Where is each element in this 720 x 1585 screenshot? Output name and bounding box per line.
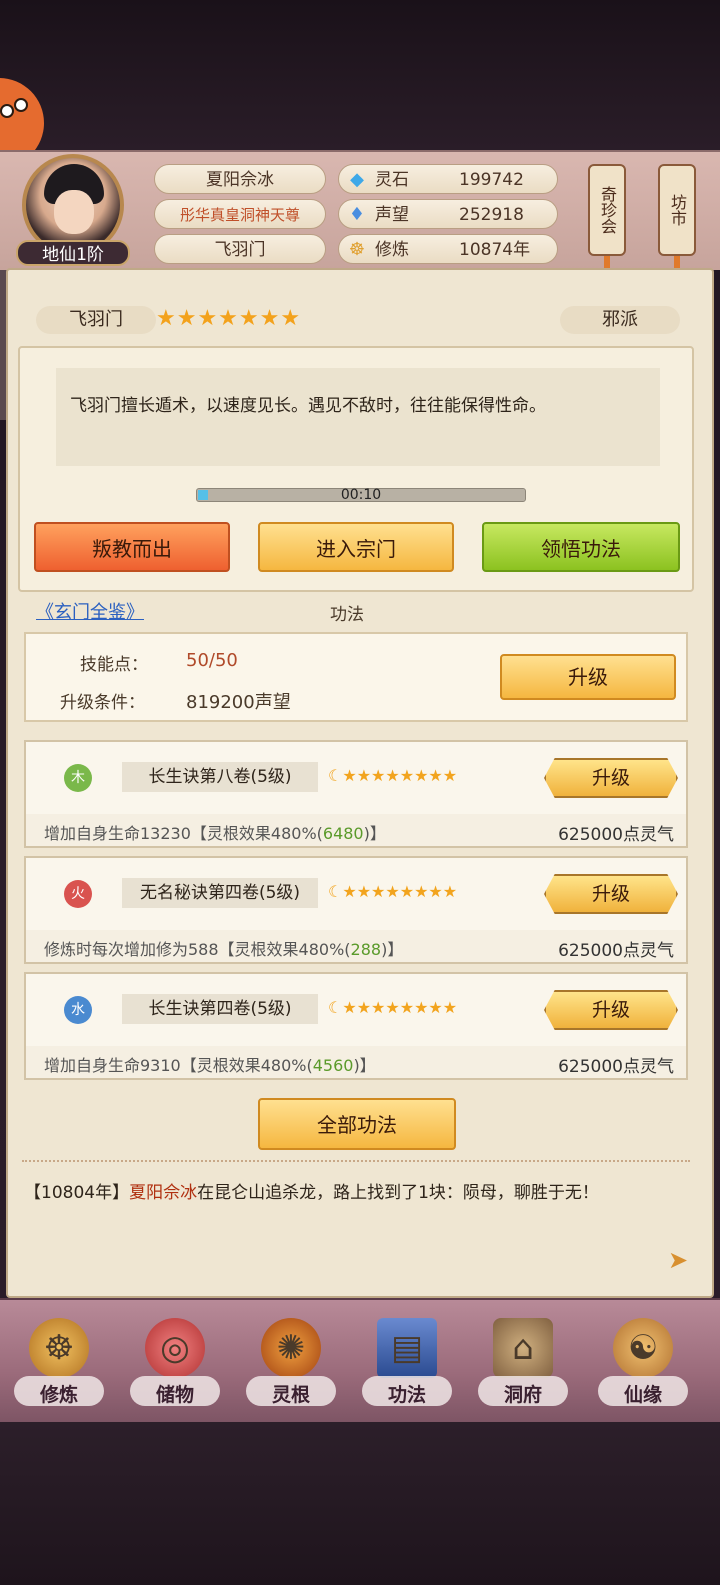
effect-text: )】 (381, 940, 404, 959)
element-wood-icon: 木 (64, 764, 92, 792)
market-button[interactable]: 坊市 (658, 164, 696, 256)
effect-bonus: 288 (350, 940, 382, 959)
rare-treasure-button[interactable]: 奇珍会 (588, 164, 626, 256)
meditation-icon: ☸ (348, 239, 366, 260)
element-fire-icon: 火 (64, 880, 92, 908)
skill-points-label: 技能点： (80, 655, 148, 675)
element-water-icon: 水 (64, 996, 92, 1024)
player-title[interactable]: 彤华真皇洞神天尊 (154, 199, 326, 229)
technique-cost: 625000点灵气 (558, 1057, 674, 1077)
nav-techniques[interactable]: ▤ 功法 (352, 1300, 462, 1420)
player-name: 夏阳佘冰 (154, 164, 326, 194)
divider (22, 1160, 690, 1162)
sect-header: 飞羽门 ★★★★★★★ 邪派 (20, 302, 700, 338)
nav-label: 修炼 (39, 1384, 78, 1406)
technique-name: 无名秘诀第四卷(5级) (122, 878, 318, 908)
log-year: 【10804年】 (24, 1183, 130, 1203)
top-background (0, 0, 720, 150)
comprehend-button[interactable]: 领悟功法 (482, 522, 680, 572)
stat-value: 199742 (459, 170, 524, 190)
player-sect[interactable]: 飞羽门 (154, 234, 326, 264)
timer-bar: 00:10 (196, 488, 526, 502)
effect-text: )】 (363, 824, 386, 843)
upgrade-cond-label: 升级条件： (60, 693, 145, 713)
sect-type: 邪派 (560, 306, 680, 334)
all-techniques-button[interactable]: 全部功法 (258, 1098, 456, 1150)
bottom-background (0, 1422, 720, 1585)
technique-effect: 修炼时每次增加修为588【灵根效果480%(288)】 (44, 936, 403, 960)
technique-stars: ☾★★★★★★★★ (328, 998, 458, 1017)
sect-name: 飞羽门 (36, 306, 156, 334)
technique-card: 火 无名秘诀第四卷(5级) ☾★★★★★★★★ 升级 修炼时每次增加修为588【… (24, 856, 688, 964)
bottom-nav: ☸ 修炼 ◎ 储物 ✺ 灵根 ▤ 功法 ⌂ 洞府 ☯ 仙缘 (0, 1298, 720, 1422)
skill-points-value: 50/50 (186, 650, 238, 671)
effect-text: )】 (353, 1056, 376, 1075)
technique-name: 长生诀第四卷(5级) (122, 994, 318, 1024)
rank-badge: 地仙1阶 (16, 240, 130, 266)
nav-spirit-root[interactable]: ✺ 灵根 (236, 1300, 346, 1420)
stat-value: 252918 (459, 205, 524, 225)
technique-card: 木 长生诀第八卷(5级) ☾★★★★★★★★ 升级 增加自身生命13230【灵根… (24, 740, 688, 848)
stat-prestige: ♦ 声望 252918 (338, 199, 558, 229)
nav-label: 灵根 (271, 1384, 310, 1406)
technique-stars: ☾★★★★★★★★ (328, 766, 458, 785)
upgrade-skill-points-button[interactable]: 升级 (500, 654, 676, 700)
skill-points-box: 技能点： 50/50 升级条件： 819200声望 升级 (24, 632, 688, 722)
stat-value: 10874年 (459, 240, 531, 260)
stat-label: 修炼 (375, 240, 409, 260)
effect-bonus: 6480 (322, 824, 364, 843)
effect-text: 增加自身生命9310【灵根效果480%( (44, 1056, 313, 1075)
log-arrow-icon[interactable]: ➤ (668, 1246, 688, 1274)
stat-label: 灵石 (375, 170, 409, 190)
bag-icon: ◎ (145, 1318, 205, 1378)
nav-fate[interactable]: ☯ 仙缘 (588, 1300, 698, 1420)
book-icon: ▤ (377, 1318, 437, 1378)
enter-sect-button[interactable]: 进入宗门 (258, 522, 454, 572)
sect-description-box: 飞羽门擅长遁术，以速度见长。遇见不敌时，往往能保得性命。 00:10 叛教而出 … (18, 346, 694, 592)
upgrade-cond-value: 819200声望 (186, 692, 291, 713)
technique-card: 水 长生诀第四卷(5级) ☾★★★★★★★★ 升级 增加自身生命9310【灵根效… (24, 972, 688, 1080)
nav-label: 功法 (387, 1384, 426, 1406)
effect-text: 增加自身生命13230【灵根效果480%( (44, 824, 323, 843)
nav-label: 仙缘 (623, 1384, 662, 1406)
stat-cultivation: ☸ 修炼 10874年 (338, 234, 558, 264)
technique-stars: ☾★★★★★★★★ (328, 882, 458, 901)
log-text: 在昆仑山追杀龙，路上找到了1块：陨母，聊胜于无！ (197, 1183, 599, 1203)
betray-button[interactable]: 叛教而出 (34, 522, 230, 572)
triskelion-icon: ✺ (261, 1318, 321, 1378)
encyclopedia-link[interactable]: 《玄门全鉴》 (36, 598, 144, 624)
upgrade-technique-button[interactable]: 升级 (544, 874, 678, 914)
meditation-icon: ☸ (29, 1318, 89, 1378)
technique-name: 长生诀第八卷(5级) (122, 762, 318, 792)
gem-icon: ◆ (350, 169, 364, 190)
technique-cost: 625000点灵气 (558, 941, 674, 961)
nav-storage[interactable]: ◎ 储物 (120, 1300, 230, 1420)
log-player-name: 夏阳佘冰 (129, 1183, 198, 1203)
technique-effect: 增加自身生命9310【灵根效果480%(4560)】 (44, 1052, 376, 1076)
timer-text: 00:10 (340, 487, 382, 503)
nav-cave[interactable]: ⌂ 洞府 (468, 1300, 578, 1420)
technique-effect: 增加自身生命13230【灵根效果480%(6480)】 (44, 820, 386, 844)
avatar-face (54, 190, 94, 234)
nav-cultivate[interactable]: ☸ 修炼 (4, 1300, 114, 1420)
crystal-icon: ♦ (348, 204, 366, 225)
nav-label: 储物 (155, 1384, 194, 1406)
upgrade-technique-button[interactable]: 升级 (544, 990, 678, 1030)
effect-bonus: 4560 (312, 1056, 354, 1075)
stat-spirit-stone: ◆ 灵石 199742 (338, 164, 558, 194)
technique-cost: 625000点灵气 (558, 825, 674, 845)
mascot-eye-icon (0, 104, 14, 118)
gourd-icon: ☯ (613, 1318, 673, 1378)
mascot-eye-icon (14, 98, 28, 112)
upgrade-technique-button[interactable]: 升级 (544, 758, 678, 798)
techniques-section-title: 功法 (330, 605, 364, 625)
effect-text: 修炼时每次增加修为588【灵根效果480%( (44, 940, 351, 959)
event-log: 【10804年】夏阳佘冰在昆仑山追杀龙，路上找到了1块：陨母，聊胜于无！ (24, 1178, 684, 1209)
stat-label: 声望 (375, 205, 409, 225)
sect-description: 飞羽门擅长遁术，以速度见长。遇见不敌时，往往能保得性命。 (56, 368, 660, 466)
pavilion-icon: ⌂ (493, 1318, 553, 1378)
timer-fill (198, 490, 208, 500)
nav-label: 洞府 (503, 1384, 542, 1406)
sect-stars: ★★★★★★★ (156, 306, 302, 331)
